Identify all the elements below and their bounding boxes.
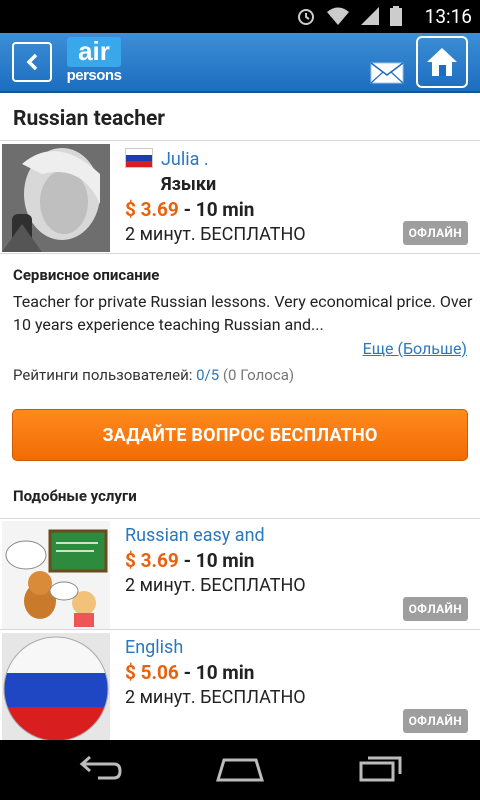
back-arrow-icon: [79, 755, 122, 780]
page-title: Russian teacher: [0, 95, 480, 141]
service-thumbnail: [2, 521, 110, 629]
logo-air-text: air: [67, 37, 121, 67]
free-minutes: 2 минут. БЕСПЛАТНО: [125, 575, 306, 596]
price-duration: - 10 min: [183, 549, 255, 572]
status-badge: ОФЛАЙН: [402, 709, 468, 733]
rating-votes: (0 Голоса): [222, 366, 295, 384]
messages-button[interactable]: [370, 62, 404, 88]
home-outline-icon: [215, 758, 265, 782]
service-price: $ 5.06 - 10 min: [125, 661, 472, 684]
nav-back-button[interactable]: [78, 754, 122, 786]
russia-flag-icon: [125, 148, 153, 168]
service-name[interactable]: English: [125, 637, 472, 658]
description-text: Teacher for private Russian lessons. Ver…: [13, 292, 473, 334]
expert-category: Языки: [161, 174, 217, 195]
expert-name[interactable]: Julia .: [161, 149, 209, 170]
chevron-left-icon: [26, 53, 38, 71]
price-amount: $ 3.69: [125, 549, 179, 572]
status-badge: ОФЛАЙН: [402, 597, 468, 621]
user-rating: Рейтинги пользователей: 0/5 (0 Голоса): [13, 366, 294, 384]
expert-avatar: [2, 144, 110, 252]
service-name[interactable]: Russian easy and: [125, 525, 472, 546]
recent-apps-icon: [359, 756, 402, 782]
app-logo[interactable]: air persons: [64, 36, 124, 88]
battery-icon: [390, 6, 402, 26]
back-button[interactable]: [12, 42, 52, 82]
expert-card[interactable]: Julia . Языки $ 3.69 - 10 min 2 минут. Б…: [0, 142, 480, 254]
nav-home-button[interactable]: [215, 754, 265, 786]
service-thumbnail: [2, 633, 110, 741]
status-badge: ОФЛАЙН: [402, 221, 468, 245]
expert-price: $ 3.69 - 10 min: [125, 198, 472, 221]
price-duration: - 10 min: [183, 198, 255, 221]
clock: 13:16: [424, 5, 472, 28]
similar-services-heading: Подобные услуги: [13, 487, 137, 505]
free-minutes: 2 минут. БЕСПЛАТНО: [125, 687, 306, 708]
alarm-icon: [298, 9, 314, 25]
more-link[interactable]: Еще (Больше): [363, 339, 467, 358]
rating-label: Рейтинги пользователей:: [13, 366, 193, 384]
app-header: air persons: [0, 33, 480, 93]
price-amount: $ 3.69: [125, 198, 179, 221]
nav-recent-button[interactable]: [358, 754, 404, 786]
status-icons: [296, 6, 402, 26]
logo-persons-text: persons: [66, 67, 122, 84]
service-price: $ 3.69 - 10 min: [125, 549, 472, 572]
price-duration: - 10 min: [183, 661, 255, 684]
wifi-icon: [327, 7, 349, 25]
rating-score: 0/5: [196, 366, 220, 384]
list-item[interactable]: English $ 5.06 - 10 min 2 минут. БЕСПЛАТ…: [0, 631, 480, 741]
signal-icon: [361, 7, 379, 25]
home-icon: [427, 48, 457, 76]
ask-question-button[interactable]: ЗАДАЙТЕ ВОПРОС БЕСПЛАТНО: [12, 409, 468, 461]
home-button[interactable]: [416, 36, 468, 88]
mail-icon: [370, 62, 404, 84]
system-nav-bar: [0, 740, 480, 800]
description-heading: Сервисное описание: [13, 266, 160, 284]
status-bar: 13:16: [0, 0, 480, 33]
price-amount: $ 5.06: [125, 661, 179, 684]
list-item[interactable]: Russian easy and $ 3.69 - 10 min 2 минут…: [0, 518, 480, 630]
